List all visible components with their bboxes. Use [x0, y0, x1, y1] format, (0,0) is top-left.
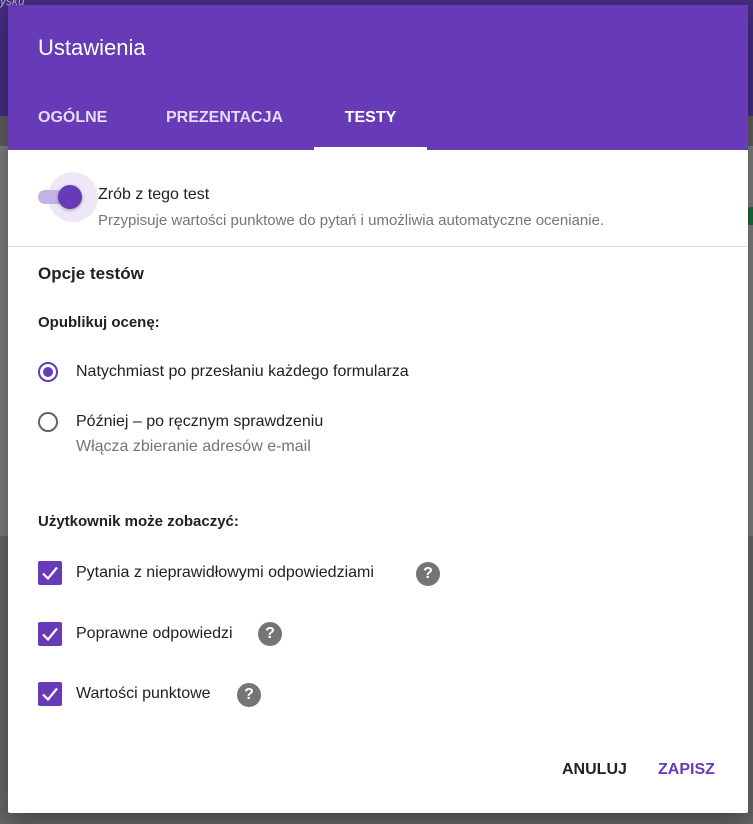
respondent-can-see-title: Użytkownik może zobaczyć: — [38, 513, 239, 530]
release-later-label[interactable]: Później – po ręcznym sprawdzeniu — [76, 413, 323, 431]
make-quiz-description: Przypisuje wartości punktowe do pytań i … — [98, 212, 605, 229]
cancel-button[interactable]: ANULUJ — [562, 761, 627, 779]
quiz-options-title: Opcje testów — [38, 264, 144, 283]
tab-quizzes[interactable]: TESTY — [314, 97, 427, 150]
point-values-label[interactable]: Wartości punktowe — [76, 685, 211, 703]
tab-general[interactable]: OGÓLNE — [38, 97, 107, 150]
tab-presentation[interactable]: PREZENTACJA — [166, 97, 286, 150]
settings-dialog: Ustawienia OGÓLNE PREZENTACJA TESTY Zrób… — [8, 5, 748, 813]
make-quiz-row: Zrób z tego test Przypisuje wartości pun… — [8, 150, 748, 247]
help-icon[interactable]: ? — [416, 562, 440, 586]
correct-answers-label[interactable]: Poprawne odpowiedzi — [76, 625, 233, 643]
release-later-radio[interactable] — [38, 412, 58, 432]
checkmark-icon — [42, 687, 58, 702]
release-later-sublabel: Włącza zbieranie adresów e-mail — [76, 438, 311, 455]
missed-questions-checkbox[interactable] — [38, 561, 62, 585]
make-quiz-toggle[interactable] — [38, 172, 98, 222]
save-button[interactable]: ZAPISZ — [658, 761, 715, 779]
checkmark-icon — [42, 627, 58, 642]
make-quiz-label: Zrób z tego test — [98, 186, 210, 203]
release-immediately-label[interactable]: Natychmiast po przesłaniu każdego formul… — [76, 363, 409, 381]
dialog-title: Ustawienia — [38, 35, 146, 60]
release-immediately-radio[interactable] — [38, 362, 58, 382]
dialog-header: Ustawienia OGÓLNE PREZENTACJA TESTY — [8, 5, 748, 150]
help-icon[interactable]: ? — [258, 622, 282, 646]
release-grade-title: Opublikuj ocenę: — [38, 314, 160, 331]
help-icon[interactable]: ? — [237, 683, 261, 707]
point-values-checkbox[interactable] — [38, 682, 62, 706]
checkmark-icon — [42, 566, 58, 581]
toggle-thumb — [58, 185, 82, 209]
correct-answers-checkbox[interactable] — [38, 622, 62, 646]
missed-questions-label[interactable]: Pytania z nieprawidłowymi odpowiedziami — [76, 564, 374, 582]
tab-bar: OGÓLNE PREZENTACJA TESTY — [8, 97, 427, 150]
